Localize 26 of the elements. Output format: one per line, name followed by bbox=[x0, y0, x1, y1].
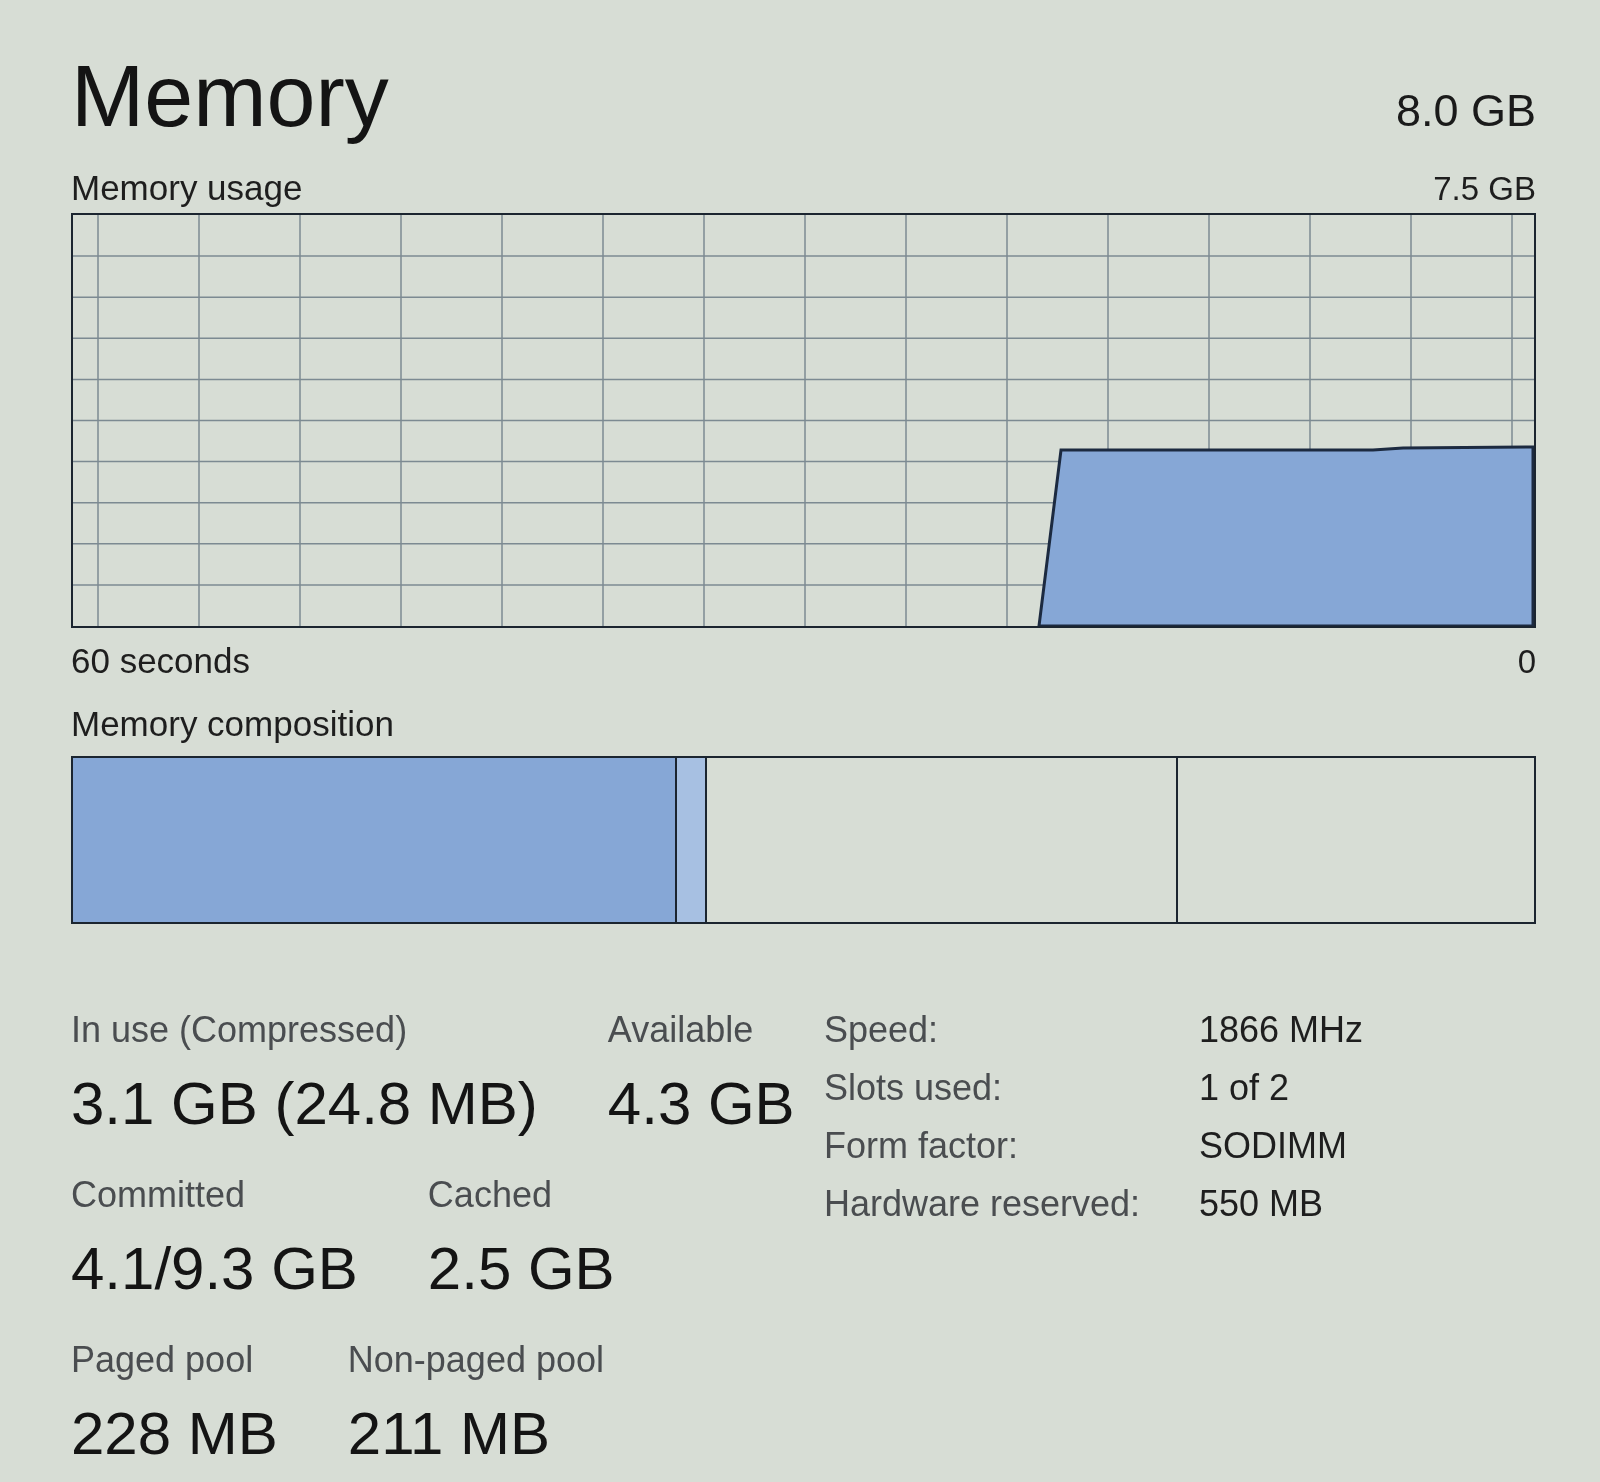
total-memory-text: 8.0 GB bbox=[1395, 88, 1536, 133]
stat-value: 211 MB bbox=[347, 1399, 551, 1469]
property-value: 550 MB bbox=[1199, 1182, 1325, 1226]
property-label: Hardware reserved: bbox=[824, 1182, 1142, 1226]
stat-value: 3.1 GB (24.8 MB) bbox=[71, 1069, 538, 1139]
stat-value: 4.3 GB bbox=[607, 1069, 795, 1139]
axis-start-label: 60 seconds bbox=[71, 641, 251, 681]
stat-label: Committed bbox=[71, 1173, 246, 1217]
stat-label: Available bbox=[607, 1008, 754, 1052]
property-value: SODIMM bbox=[1199, 1124, 1348, 1168]
axis-end-label: 0 bbox=[1517, 642, 1536, 682]
property-label: Slots used: bbox=[824, 1066, 1004, 1110]
stat-label: In use (Compressed) bbox=[71, 1008, 408, 1052]
chart-title: Memory usage bbox=[71, 168, 303, 208]
property-value: 1866 MHz bbox=[1199, 1008, 1365, 1052]
stat-value: 2.5 GB bbox=[427, 1234, 615, 1304]
property-label: Form factor: bbox=[824, 1124, 1020, 1168]
property-label: Speed: bbox=[824, 1008, 940, 1052]
axis-max-label: 7.5 GB bbox=[1433, 169, 1536, 209]
property-value: 1 of 2 bbox=[1199, 1066, 1291, 1110]
bar-title: Memory composition bbox=[71, 704, 395, 744]
stat-label: Non-paged pool bbox=[347, 1338, 604, 1382]
stat-value: 228 MB bbox=[71, 1399, 278, 1469]
stat-label: Cached bbox=[427, 1173, 552, 1217]
stat-label: Paged pool bbox=[71, 1338, 254, 1382]
stat-value: 4.1/9.3 GB bbox=[71, 1234, 358, 1304]
